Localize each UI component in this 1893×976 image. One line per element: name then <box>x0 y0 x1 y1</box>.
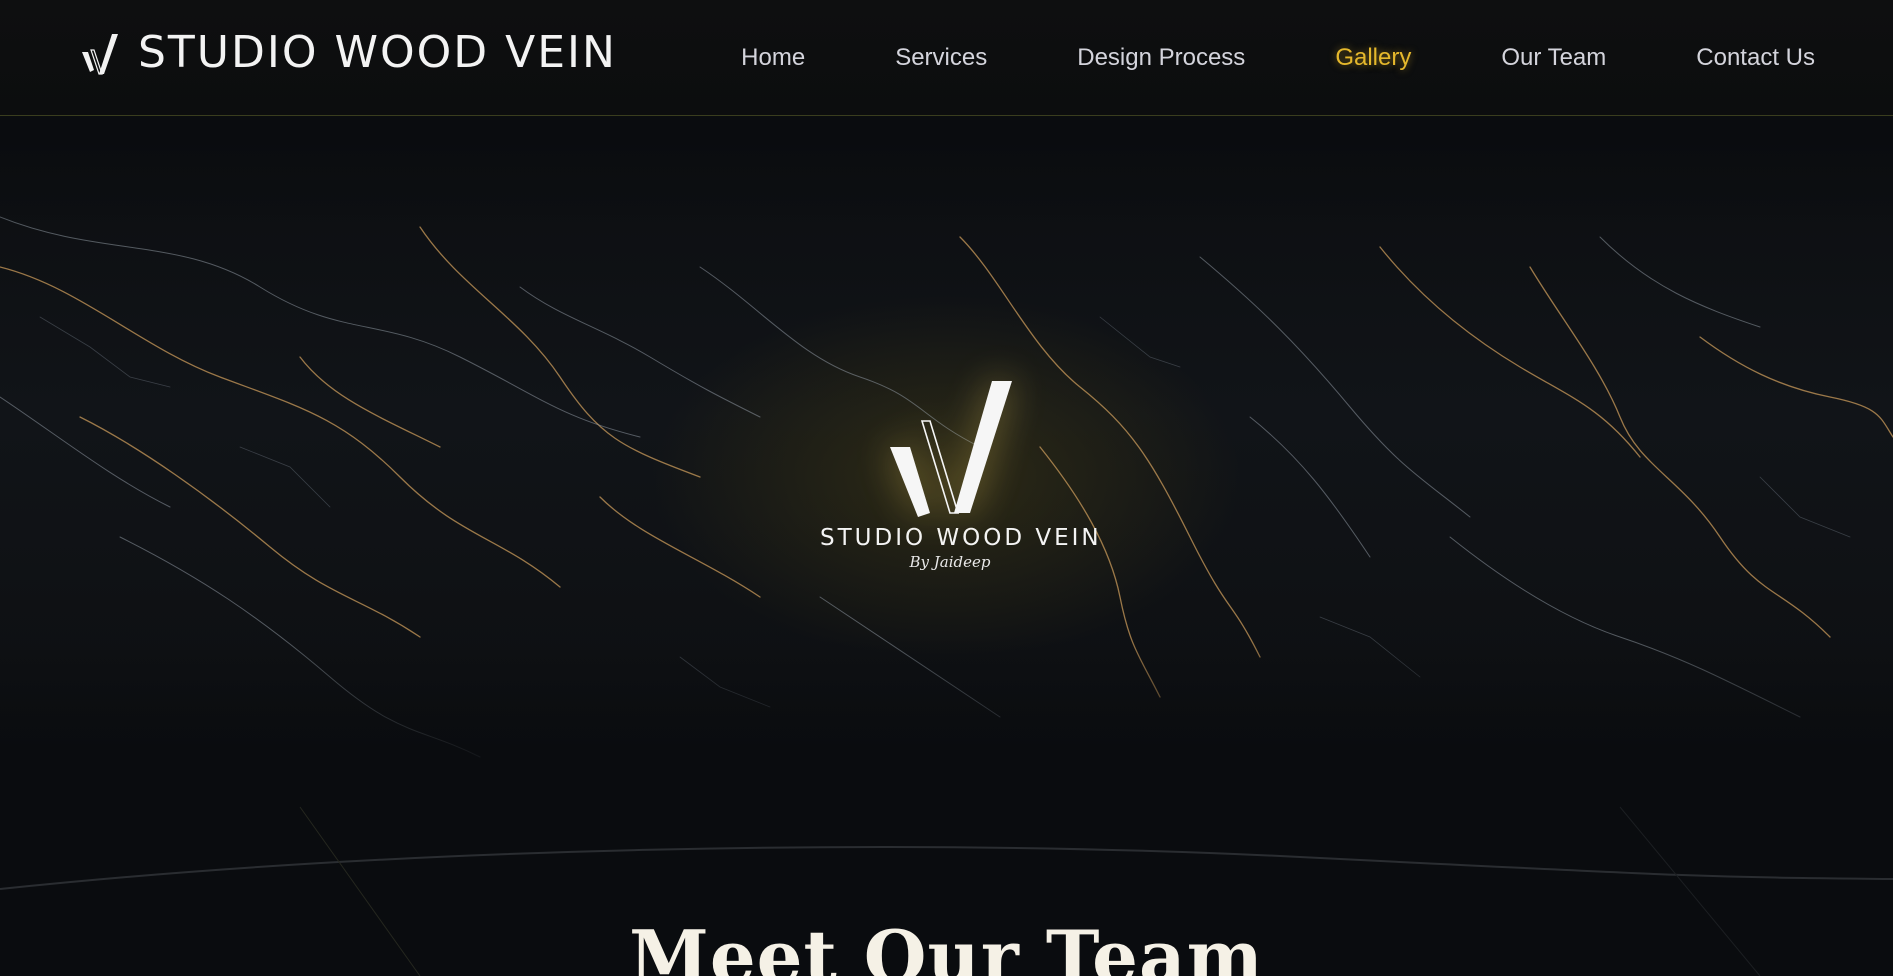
nav-item-our-team[interactable]: Our Team <box>1501 44 1606 72</box>
nav-item-services[interactable]: Services <box>895 44 987 72</box>
hero-fade-bottom <box>0 637 1893 777</box>
nav-item-contact-us[interactable]: Contact Us <box>1696 44 1815 72</box>
hero-logo-signature: By Jaideep <box>909 553 991 571</box>
hero-logo-text: STUDIO WOOD VEIN <box>820 525 1102 551</box>
vw-monogram-icon <box>890 381 1012 517</box>
team-section-title: Meet Our Team <box>629 914 1264 976</box>
nav-item-gallery[interactable]: Gallery <box>1335 44 1411 72</box>
hero-fade-top <box>0 117 1893 227</box>
nav-item-design-process[interactable]: Design Process <box>1077 44 1245 72</box>
hero-banner: STUDIO WOOD VEIN By Jaideep <box>0 117 1893 777</box>
hero-logo: STUDIO WOOD VEIN By Jaideep <box>820 377 1102 587</box>
nav-item-home[interactable]: Home <box>741 44 805 72</box>
vw-monogram-icon <box>82 34 118 75</box>
team-section: Meet Our Team <box>0 777 1893 976</box>
site-header: STUDIO WOOD VEIN Home Services Design Pr… <box>0 0 1893 116</box>
main-nav: Home Services Design Process Gallery Our… <box>651 36 1815 80</box>
brand-logo[interactable]: STUDIO WOOD VEIN <box>80 28 617 78</box>
brand-name: STUDIO WOOD VEIN <box>138 27 617 78</box>
